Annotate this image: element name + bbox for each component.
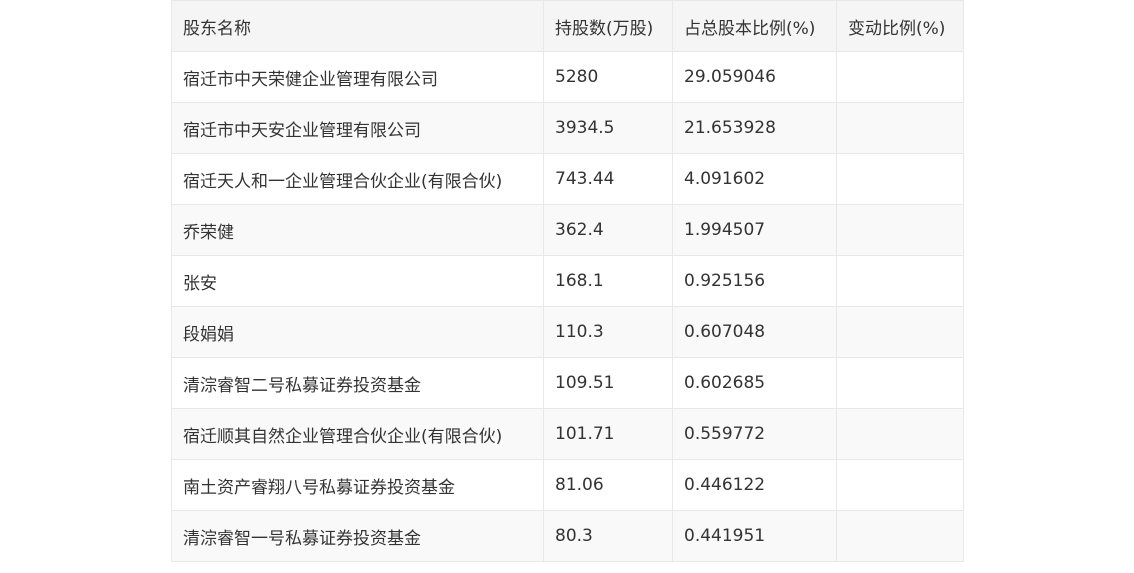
table-row: 清淙睿智一号私募证券投资基金 80.3 0.441951	[171, 510, 964, 562]
table-header-row: 股东名称 持股数(万股) 占总股本比例(%) 变动比例(%)	[171, 0, 964, 52]
share-ratio-cell: 0.441951	[672, 510, 837, 562]
shares-held-cell: 110.3	[543, 306, 673, 358]
shareholder-name-cell: 南土资产睿翔八号私募证券投资基金	[171, 459, 544, 511]
share-ratio-cell: 0.446122	[672, 459, 837, 511]
share-ratio-cell: 0.925156	[672, 255, 837, 307]
table-row: 南土资产睿翔八号私募证券投资基金 81.06 0.446122	[171, 459, 964, 511]
change-ratio-cell	[836, 153, 964, 205]
change-ratio-cell	[836, 51, 964, 103]
change-ratio-cell	[836, 459, 964, 511]
shareholder-table: 股东名称 持股数(万股) 占总股本比例(%) 变动比例(%) 宿迁市中天荣健企业…	[171, 0, 964, 562]
shareholder-name-cell: 张安	[171, 255, 544, 307]
share-ratio-cell: 1.994507	[672, 204, 837, 256]
shares-held-cell: 168.1	[543, 255, 673, 307]
shares-held-cell: 80.3	[543, 510, 673, 562]
share-ratio-cell: 0.602685	[672, 357, 837, 409]
shareholder-name-cell: 宿迁顺其自然企业管理合伙企业(有限合伙)	[171, 408, 544, 460]
table-row: 宿迁市中天荣健企业管理有限公司 5280 29.059046	[171, 51, 964, 103]
change-ratio-cell	[836, 255, 964, 307]
shareholder-name-cell: 清淙睿智二号私募证券投资基金	[171, 357, 544, 409]
header-shareholder-name: 股东名称	[171, 0, 544, 52]
table-row: 宿迁顺其自然企业管理合伙企业(有限合伙) 101.71 0.559772	[171, 408, 964, 460]
table-row: 清淙睿智二号私募证券投资基金 109.51 0.602685	[171, 357, 964, 409]
share-ratio-cell: 0.559772	[672, 408, 837, 460]
change-ratio-cell	[836, 102, 964, 154]
change-ratio-cell	[836, 357, 964, 409]
shareholder-name-cell: 清淙睿智一号私募证券投资基金	[171, 510, 544, 562]
shareholder-name-cell: 宿迁市中天安企业管理有限公司	[171, 102, 544, 154]
share-ratio-cell: 21.653928	[672, 102, 837, 154]
share-ratio-cell: 4.091602	[672, 153, 837, 205]
shares-held-cell: 743.44	[543, 153, 673, 205]
shares-held-cell: 101.71	[543, 408, 673, 460]
shareholder-name-cell: 宿迁天人和一企业管理合伙企业(有限合伙)	[171, 153, 544, 205]
shareholder-name-cell: 宿迁市中天荣健企业管理有限公司	[171, 51, 544, 103]
shares-held-cell: 3934.5	[543, 102, 673, 154]
change-ratio-cell	[836, 510, 964, 562]
shareholder-name-cell: 乔荣健	[171, 204, 544, 256]
change-ratio-cell	[836, 408, 964, 460]
table-row: 段娟娟 110.3 0.607048	[171, 306, 964, 358]
shares-held-cell: 109.51	[543, 357, 673, 409]
share-ratio-cell: 29.059046	[672, 51, 837, 103]
header-change-ratio: 变动比例(%)	[836, 0, 964, 52]
shares-held-cell: 81.06	[543, 459, 673, 511]
shares-held-cell: 362.4	[543, 204, 673, 256]
header-share-ratio: 占总股本比例(%)	[672, 0, 837, 52]
table-row: 乔荣健 362.4 1.994507	[171, 204, 964, 256]
table-row: 宿迁市中天安企业管理有限公司 3934.5 21.653928	[171, 102, 964, 154]
shareholder-name-cell: 段娟娟	[171, 306, 544, 358]
share-ratio-cell: 0.607048	[672, 306, 837, 358]
shares-held-cell: 5280	[543, 51, 673, 103]
shareholder-table-container: 股东名称 持股数(万股) 占总股本比例(%) 变动比例(%) 宿迁市中天荣健企业…	[171, 0, 964, 562]
change-ratio-cell	[836, 306, 964, 358]
table-row: 张安 168.1 0.925156	[171, 255, 964, 307]
change-ratio-cell	[836, 204, 964, 256]
header-shares-held: 持股数(万股)	[543, 0, 673, 52]
table-row: 宿迁天人和一企业管理合伙企业(有限合伙) 743.44 4.091602	[171, 153, 964, 205]
